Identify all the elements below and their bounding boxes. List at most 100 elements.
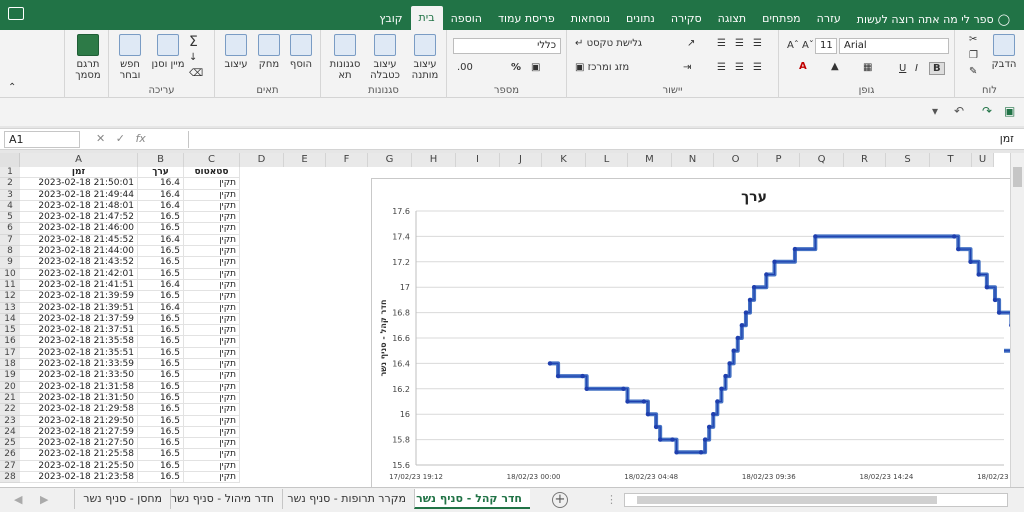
vertical-scroll-thumb[interactable] (1013, 167, 1022, 187)
cell-time[interactable]: 2023-02-18 21:49:44 (20, 189, 138, 200)
cell-value[interactable]: 16.4 (138, 200, 184, 212)
table-row[interactable]: 2023-02-18 21:46:00 16.5 תקין (20, 223, 240, 235)
row-header[interactable]: 11 (0, 279, 20, 292)
cell-styles-button[interactable]: סגנונות תא (325, 34, 365, 81)
cell-value[interactable]: 16.5 (138, 392, 184, 404)
header-row[interactable]: זמן ערך סטאטוס (20, 167, 240, 179)
cell-status[interactable]: תקין (184, 234, 240, 246)
percent-button[interactable]: % (511, 62, 521, 73)
cell-time[interactable]: 2023-02-18 21:39:51 (20, 302, 138, 313)
align-center-icon[interactable]: ☰ (735, 62, 744, 73)
formula-input[interactable]: זמן (188, 131, 1020, 148)
tab-data[interactable]: נתונים (618, 8, 663, 30)
table-row[interactable]: 2023-02-18 21:33:59 16.5 תקין (20, 359, 240, 371)
row-header[interactable]: 7 (0, 234, 20, 247)
orientation-icon[interactable]: ↗ (687, 38, 695, 49)
cell-value[interactable]: 16.5 (138, 370, 184, 381)
row-header[interactable]: 25 (0, 438, 20, 450)
cell-status[interactable]: תקין (184, 415, 240, 426)
cell-status[interactable]: תקין (184, 291, 240, 302)
cell-value[interactable]: 16.5 (138, 347, 184, 359)
add-sheet-button[interactable]: + (552, 492, 568, 508)
cell-status[interactable]: תקין (184, 279, 240, 291)
sheet-tab-public-room[interactable]: חדר קהל - סניף נשר (414, 489, 530, 509)
table-row[interactable]: 2023-02-18 21:45:52 16.4 תקין (20, 234, 240, 247)
fill-icon[interactable]: ↓ (189, 52, 197, 63)
cell-value[interactable]: 16.5 (138, 336, 184, 347)
column-header-d[interactable]: D (240, 153, 284, 167)
cell-time[interactable]: 2023-02-18 21:33:50 (20, 370, 138, 381)
cell-time[interactable]: 2023-02-18 21:47:52 (20, 212, 138, 223)
column-header-u[interactable]: U (972, 153, 994, 167)
cell-value[interactable]: 16.5 (138, 291, 184, 302)
redo-icon[interactable]: ↷ (982, 104, 992, 118)
sheet-tab-storage[interactable]: מחסן - סניף נשר (74, 489, 170, 509)
cell-status[interactable]: תקין (184, 212, 240, 223)
cell-status[interactable]: תקין (184, 472, 240, 483)
column-header-e[interactable]: E (284, 153, 326, 167)
cell-time[interactable]: 2023-02-18 21:44:00 (20, 246, 138, 257)
tab-file[interactable]: קובץ (371, 8, 410, 30)
row-header[interactable]: 9 (0, 257, 20, 269)
cell-status[interactable]: תקין (184, 178, 240, 189)
cell-time[interactable]: 2023-02-18 21:42:01 (20, 268, 138, 279)
row-header[interactable]: 6 (0, 223, 20, 235)
cell-status[interactable]: תקין (184, 392, 240, 404)
cell-value[interactable]: 16.5 (138, 404, 184, 415)
table-row[interactable]: 2023-02-18 21:25:58 16.5 תקין (20, 449, 240, 461)
column-header-h[interactable]: H (412, 153, 456, 167)
cell-value[interactable]: 16.4 (138, 302, 184, 313)
sort-filter-button[interactable]: מיין וסנן (149, 34, 187, 70)
header-value[interactable]: ערך (138, 167, 184, 178)
cell-status[interactable]: תקין (184, 246, 240, 257)
table-row[interactable]: 2023-02-18 21:43:52 16.5 תקין (20, 257, 240, 269)
cell-status[interactable]: תקין (184, 325, 240, 336)
cell-time[interactable]: 2023-02-18 21:29:50 (20, 415, 138, 426)
row-header[interactable]: 18 (0, 359, 20, 371)
cell-status[interactable]: תקין (184, 223, 240, 234)
cell-time[interactable]: 2023-02-18 21:35:51 (20, 347, 138, 359)
delete-cells-button[interactable]: מחק (253, 34, 285, 70)
row-header[interactable]: 16 (0, 336, 20, 348)
row-header[interactable]: 10 (0, 268, 20, 280)
tab-page-layout[interactable]: פריסת עמוד (490, 8, 563, 30)
autosum-icon[interactable]: Σ (189, 34, 198, 50)
cell-value[interactable]: 16.4 (138, 178, 184, 189)
cell-time[interactable]: 2023-02-18 21:41:51 (20, 279, 138, 291)
tab-view[interactable]: תצוגה (710, 8, 754, 30)
cell-time[interactable]: 2023-02-18 21:31:50 (20, 392, 138, 404)
cell-time[interactable]: 2023-02-18 21:31:58 (20, 381, 138, 392)
row-header[interactable]: 5 (0, 212, 20, 224)
row-header[interactable]: 14 (0, 313, 20, 326)
row-header[interactable]: 17 (0, 347, 20, 360)
cell-status[interactable]: תקין (184, 404, 240, 415)
collapse-ribbon-icon[interactable]: ⌃ (8, 82, 16, 93)
cell-value[interactable]: 16.5 (138, 257, 184, 268)
cell-status[interactable]: תקין (184, 460, 240, 472)
row-header[interactable]: 3 (0, 189, 20, 201)
underline-button[interactable]: U (899, 63, 906, 74)
row-header[interactable]: 26 (0, 449, 20, 461)
select-all-corner[interactable] (0, 153, 20, 167)
cell-status[interactable]: תקין (184, 449, 240, 460)
cell-value[interactable]: 16.5 (138, 359, 184, 370)
cell-status[interactable]: תקין (184, 438, 240, 449)
cell-value[interactable]: 16.5 (138, 381, 184, 392)
row-header[interactable]: 12 (0, 291, 20, 303)
font-size-combo[interactable]: 11 (815, 38, 837, 54)
table-row[interactable]: 2023-02-18 21:31:58 16.5 תקין (20, 381, 240, 393)
borders-icon[interactable]: ▦ (863, 62, 872, 73)
copy-icon[interactable]: ❐ (969, 50, 978, 61)
table-row[interactable]: 2023-02-18 21:42:01 16.5 תקין (20, 268, 240, 280)
table-row[interactable]: 2023-02-18 21:37:51 16.5 תקין (20, 325, 240, 337)
cell-time[interactable]: 2023-02-18 21:27:59 (20, 426, 138, 438)
format-painter-icon[interactable]: ✎ (969, 66, 977, 77)
cell-value[interactable]: 16.4 (138, 279, 184, 291)
clear-icon[interactable]: ⌫ (189, 68, 203, 79)
font-color-icon[interactable]: A (799, 61, 807, 72)
cell-value[interactable]: 16.5 (138, 223, 184, 234)
cell-time[interactable]: 2023-02-18 21:46:00 (20, 223, 138, 234)
fill-color-icon[interactable]: ▲ (831, 61, 839, 72)
horizontal-scrollbar[interactable] (624, 493, 1008, 507)
cell-time[interactable]: 2023-02-18 21:45:52 (20, 234, 138, 246)
